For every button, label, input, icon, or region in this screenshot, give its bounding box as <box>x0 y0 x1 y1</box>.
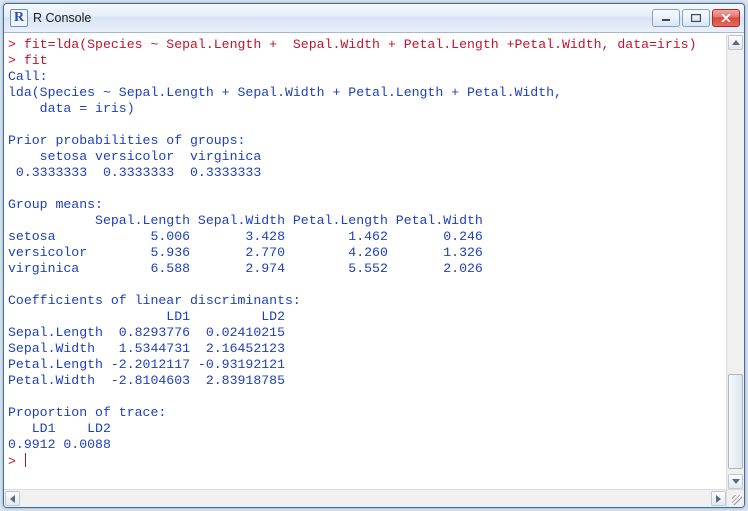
scroll-down-button[interactable] <box>728 474 743 489</box>
prompt: > <box>8 53 24 68</box>
out-coef-row2: Sepal.Width 1.5344731 2.16452123 <box>8 341 285 356</box>
scroll-thumb[interactable] <box>728 374 743 469</box>
window-title: R Console <box>33 11 652 25</box>
console-output[interactable]: > fit=lda(Species ~ Sepal.Length + Sepal… <box>4 34 744 507</box>
chevron-up-icon <box>732 40 740 45</box>
chevron-down-icon <box>732 479 740 484</box>
console-area: > fit=lda(Species ~ Sepal.Length + Sepal… <box>4 33 744 507</box>
out-priors-vals: 0.3333333 0.3333333 0.3333333 <box>8 165 269 180</box>
cmd-line-1: fit=lda(Species ~ Sepal.Length + Sepal.W… <box>24 37 697 52</box>
horizontal-scrollbar[interactable] <box>4 489 727 507</box>
scroll-right-button[interactable] <box>711 491 726 506</box>
out-coef-row3: Petal.Length -2.2012117 -0.93192121 <box>8 357 285 372</box>
prompt: > <box>8 37 24 52</box>
chevron-left-icon <box>10 495 15 503</box>
r-app-icon: R <box>10 9 28 27</box>
cmd-line-2: fit <box>24 53 48 68</box>
out-means-row1: setosa 5.006 3.428 1.462 0.246 <box>8 229 483 244</box>
prompt: > <box>8 454 24 469</box>
out-call-header: Call: <box>8 69 48 84</box>
out-means-header: Group means: <box>8 197 103 212</box>
out-means-row2: versicolor 5.936 2.770 4.260 1.326 <box>8 245 483 260</box>
out-means-row3: virginica 6.588 2.974 5.552 2.026 <box>8 261 483 276</box>
out-trace-cols: LD1 LD2 <box>8 421 119 436</box>
out-trace-vals: 0.9912 0.0088 <box>8 437 119 452</box>
chevron-right-icon <box>716 495 721 503</box>
minimize-button[interactable] <box>652 9 680 27</box>
r-console-window: R R Console > fit=lda(Species ~ Sepal.Le… <box>3 3 745 508</box>
out-trace-header: Proportion of trace: <box>8 405 166 420</box>
out-call-body1: lda(Species ~ Sepal.Length + Sepal.Width… <box>8 85 570 100</box>
out-coef-cols: LD1 LD2 <box>8 309 285 324</box>
maximize-button[interactable] <box>682 9 710 27</box>
resize-grip[interactable] <box>726 489 744 507</box>
vertical-scrollbar[interactable] <box>726 34 744 490</box>
close-button[interactable] <box>712 9 740 27</box>
out-coef-row4: Petal.Width -2.8104603 2.83918785 <box>8 373 285 388</box>
out-call-body2: data = iris) <box>8 101 135 116</box>
out-coef-row1: Sepal.Length 0.8293776 0.02410215 <box>8 325 285 340</box>
out-priors-header: Prior probabilities of groups: <box>8 133 245 148</box>
out-priors-names: setosa versicolor virginica <box>8 149 269 164</box>
out-coef-header: Coefficients of linear discriminants: <box>8 293 301 308</box>
text-cursor <box>25 453 26 467</box>
scroll-up-button[interactable] <box>728 35 743 50</box>
out-means-cols: Sepal.Length Sepal.Width Petal.Length Pe… <box>8 213 483 228</box>
scroll-left-button[interactable] <box>5 491 20 506</box>
window-buttons <box>652 9 740 27</box>
titlebar[interactable]: R R Console <box>4 4 744 33</box>
